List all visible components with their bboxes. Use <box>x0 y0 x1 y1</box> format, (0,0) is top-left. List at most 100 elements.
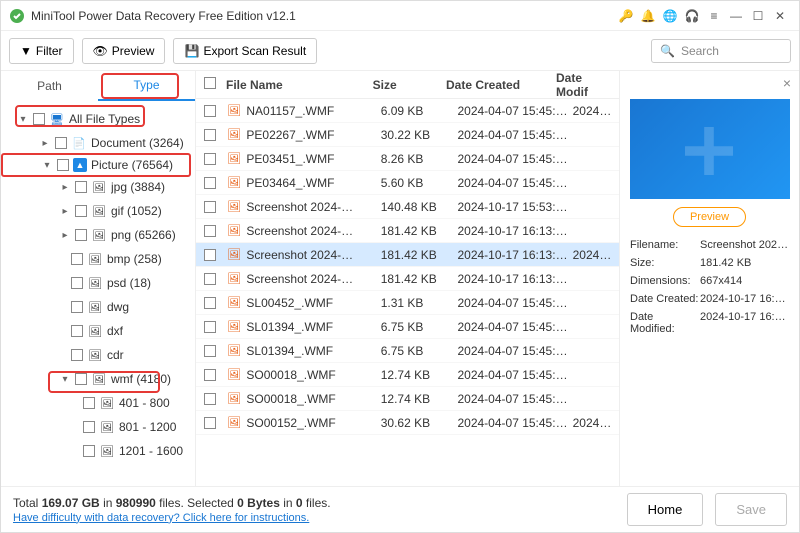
chevron-down-icon[interactable]: ▾ <box>41 160 53 171</box>
save-button[interactable]: Save <box>715 493 787 526</box>
table-row[interactable]: 🖼Screenshot 2024-…181.42 KB2024-10-17 16… <box>196 243 619 267</box>
checkbox[interactable] <box>75 373 87 385</box>
checkbox[interactable] <box>57 159 69 171</box>
table-row[interactable]: 🖼SO00018_.WMF12.74 KB2024-04-07 15:45:… <box>196 387 619 411</box>
chevron-right-icon[interactable]: ▸ <box>59 230 71 241</box>
table-row[interactable]: 🖼SL01394_.WMF6.75 KB2024-04-07 15:45:… <box>196 315 619 339</box>
file-icon: 🖼 <box>99 420 115 434</box>
tree-png[interactable]: ▸🖼png (65266) <box>1 223 195 247</box>
tree-cdr[interactable]: 🖼cdr <box>1 343 195 367</box>
checkbox[interactable] <box>204 393 216 405</box>
search-input[interactable]: 🔍Search <box>651 39 791 63</box>
checkbox[interactable] <box>204 201 216 213</box>
file-type-icon: 🖼 <box>227 152 242 165</box>
table-row[interactable]: 🖼PE02267_.WMF30.22 KB2024-04-07 15:45:… <box>196 123 619 147</box>
preview-open-button[interactable]: Preview <box>673 207 746 227</box>
checkbox[interactable] <box>204 345 216 357</box>
app-logo-icon <box>9 8 25 24</box>
cell-name: Screenshot 2024-… <box>246 248 380 262</box>
tree-wmf[interactable]: ▾🖼wmf (4180) <box>1 367 195 391</box>
tree-range-2[interactable]: 🖼801 - 1200 <box>1 415 195 439</box>
checkbox[interactable] <box>204 369 216 381</box>
checkbox[interactable] <box>75 205 87 217</box>
checkbox[interactable] <box>204 417 216 429</box>
minimize-icon[interactable]: — <box>725 5 747 27</box>
cell-date: 2024-04-07 15:45:… <box>457 176 572 190</box>
tree-psd[interactable]: 🖼psd (18) <box>1 271 195 295</box>
tree-all-file-types[interactable]: ▾🖥All File Types <box>1 107 195 131</box>
checkbox[interactable] <box>204 177 216 189</box>
checkbox[interactable] <box>204 321 216 333</box>
checkbox[interactable] <box>33 113 45 125</box>
checkbox[interactable] <box>204 129 216 141</box>
checkbox[interactable] <box>71 349 83 361</box>
tree-jpg[interactable]: ▸🖼jpg (3884) <box>1 175 195 199</box>
header-name[interactable]: File Name <box>226 78 373 92</box>
chevron-right-icon[interactable]: ▸ <box>59 182 71 193</box>
menu-icon[interactable]: ≡ <box>703 5 725 27</box>
tree-dwg[interactable]: 🖼dwg <box>1 295 195 319</box>
checkbox[interactable] <box>75 181 87 193</box>
close-icon[interactable]: ✕ <box>769 5 791 27</box>
tab-path[interactable]: Path <box>1 71 98 101</box>
headset-icon[interactable]: 🎧 <box>681 5 703 27</box>
checkbox[interactable] <box>204 225 216 237</box>
table-row[interactable]: 🖼SO00018_.WMF12.74 KB2024-04-07 15:45:… <box>196 363 619 387</box>
checkbox[interactable] <box>71 325 83 337</box>
checkbox[interactable] <box>71 253 83 265</box>
maximize-icon[interactable]: ☐ <box>747 5 769 27</box>
tree-gif[interactable]: ▸🖼gif (1052) <box>1 199 195 223</box>
table-row[interactable]: 🖼NA01157_.WMF6.09 KB2024-04-07 15:45:…20… <box>196 99 619 123</box>
tab-type[interactable]: Type <box>98 71 195 101</box>
table-row[interactable]: 🖼SL01394_.WMF6.75 KB2024-04-07 15:45:… <box>196 339 619 363</box>
filter-button[interactable]: ▼Filter <box>9 38 74 64</box>
cell-name: SL01394_.WMF <box>246 344 380 358</box>
checkbox[interactable] <box>204 153 216 165</box>
chevron-down-icon[interactable]: ▾ <box>17 114 29 125</box>
checkbox[interactable] <box>83 397 95 409</box>
checkbox[interactable] <box>204 273 216 285</box>
globe-icon[interactable]: 🌐 <box>659 5 681 27</box>
home-button[interactable]: Home <box>627 493 704 526</box>
export-button[interactable]: 💾Export Scan Result <box>173 38 317 64</box>
close-preview-icon[interactable]: × <box>783 75 791 91</box>
cell-date: 2024-04-07 15:45:… <box>457 104 572 118</box>
list-body[interactable]: 🖼NA01157_.WMF6.09 KB2024-04-07 15:45:…20… <box>196 99 619 486</box>
header-size[interactable]: Size <box>373 78 446 92</box>
tree-range-3[interactable]: 🖼1201 - 1600 <box>1 439 195 463</box>
header-mod[interactable]: Date Modif <box>556 71 611 99</box>
checkbox[interactable] <box>55 137 67 149</box>
chevron-right-icon[interactable]: ▸ <box>39 138 51 149</box>
checkbox[interactable] <box>71 301 83 313</box>
table-row[interactable]: 🖼Screenshot 2024-…181.42 KB2024-10-17 16… <box>196 267 619 291</box>
checkbox[interactable] <box>83 445 95 457</box>
checkbox-all[interactable] <box>204 77 216 89</box>
checkbox[interactable] <box>75 229 87 241</box>
checkbox[interactable] <box>71 277 83 289</box>
status-total-files: 980990 <box>116 496 156 510</box>
chevron-right-icon[interactable]: ▸ <box>59 206 71 217</box>
checkbox[interactable] <box>204 249 216 261</box>
bell-icon[interactable]: 🔔 <box>637 5 659 27</box>
tree-bmp[interactable]: 🖼bmp (258) <box>1 247 195 271</box>
tree-document[interactable]: ▸📄Document (3264) <box>1 131 195 155</box>
tree[interactable]: ▾🖥All File Types ▸📄Document (3264) ▾▲Pic… <box>1 101 195 486</box>
table-row[interactable]: 🖼SL00452_.WMF1.31 KB2024-04-07 15:45:… <box>196 291 619 315</box>
checkbox[interactable] <box>204 297 216 309</box>
tree-picture[interactable]: ▾▲Picture (76564) <box>1 153 191 177</box>
preview-button[interactable]: 👁Preview <box>82 38 166 64</box>
checkbox[interactable] <box>83 421 95 433</box>
tree-dxf[interactable]: 🖼dxf <box>1 319 195 343</box>
help-link[interactable]: Have difficulty with data recovery? Clic… <box>13 512 309 524</box>
table-row[interactable]: 🖼SO00152_.WMF30.62 KB2024-04-07 15:45:…2… <box>196 411 619 435</box>
table-row[interactable]: 🖼Screenshot 2024-…181.42 KB2024-10-17 16… <box>196 219 619 243</box>
header-date[interactable]: Date Created <box>446 78 556 92</box>
table-row[interactable]: 🖼PE03464_.WMF5.60 KB2024-04-07 15:45:… <box>196 171 619 195</box>
table-row[interactable]: 🖼Screenshot 2024-…140.48 KB2024-10-17 15… <box>196 195 619 219</box>
tree-range-1[interactable]: 🖼401 - 800 <box>1 391 195 415</box>
filter-label: Filter <box>36 44 63 58</box>
chevron-down-icon[interactable]: ▾ <box>59 374 71 385</box>
key-icon[interactable]: 🔑 <box>615 5 637 27</box>
table-row[interactable]: 🖼PE03451_.WMF8.26 KB2024-04-07 15:45:… <box>196 147 619 171</box>
checkbox[interactable] <box>204 105 216 117</box>
